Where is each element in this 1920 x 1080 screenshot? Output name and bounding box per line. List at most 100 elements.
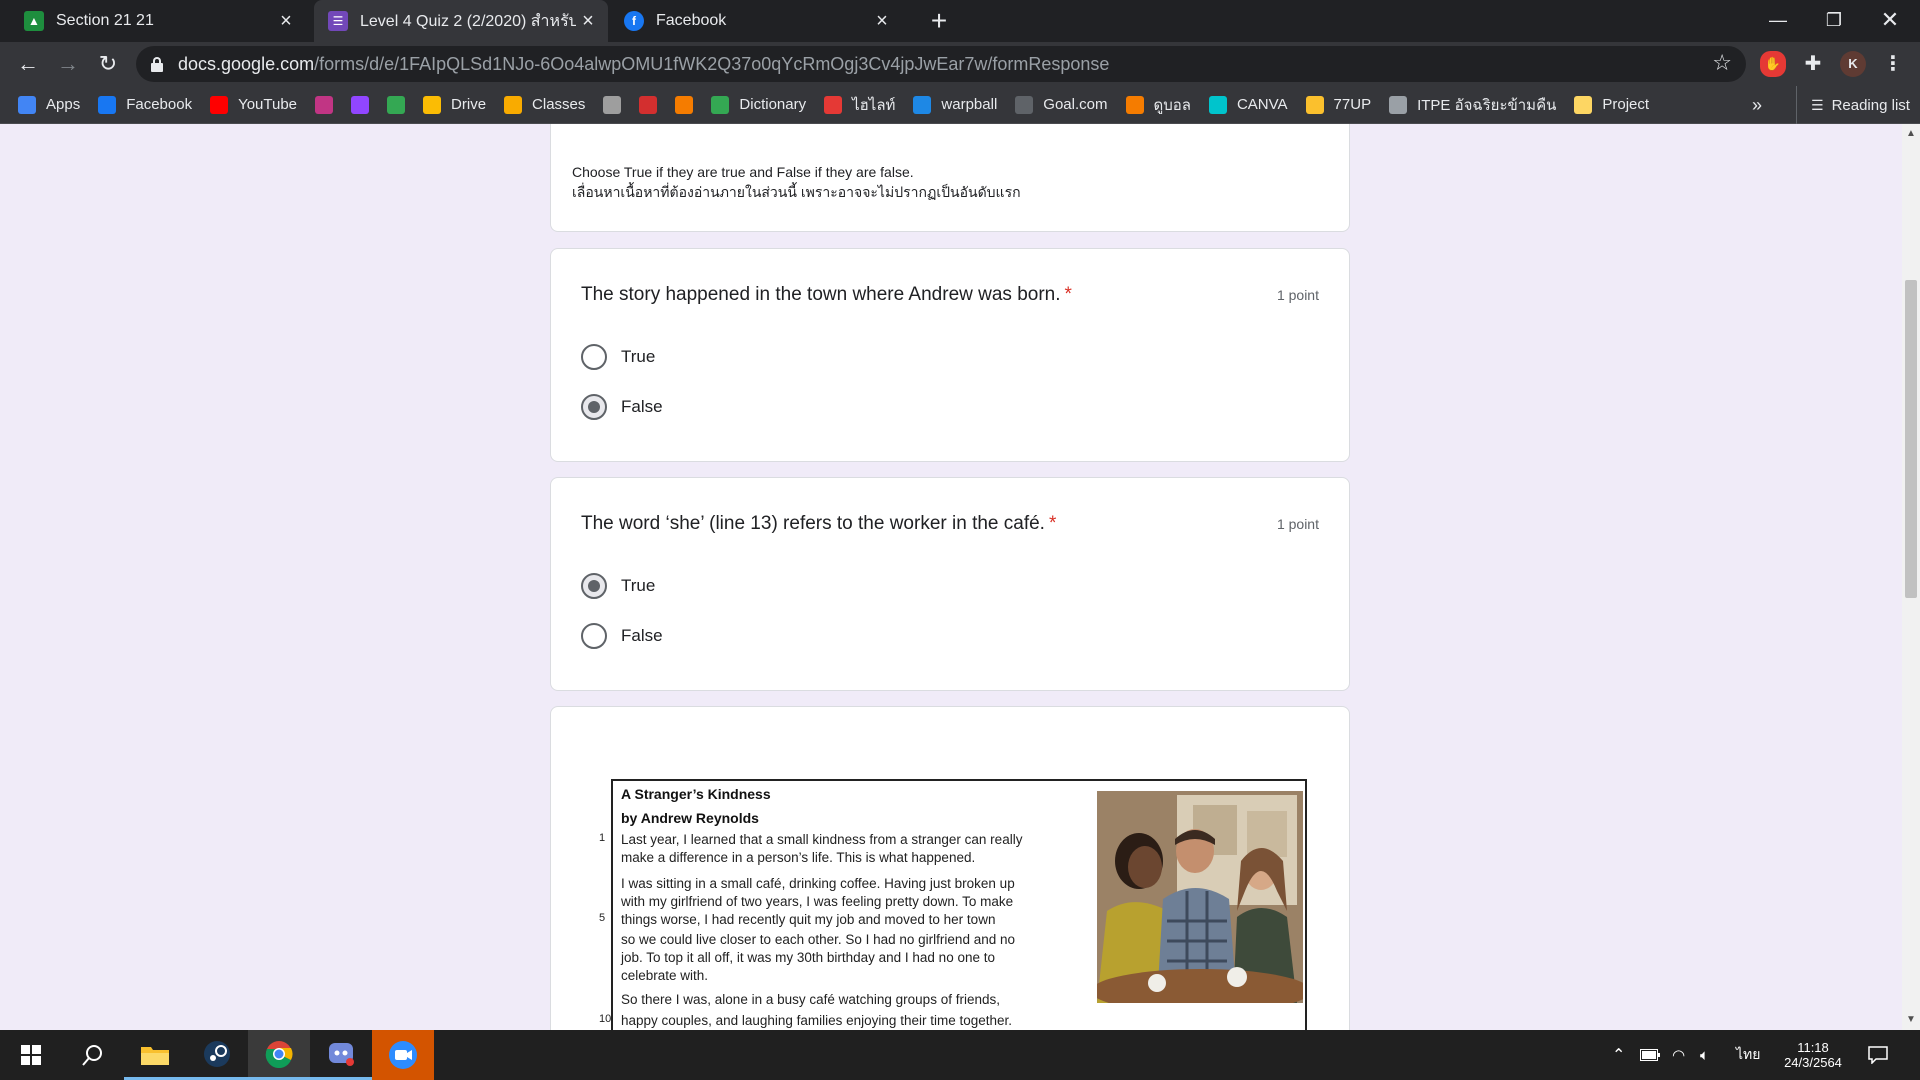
reading-line-text: I was sitting in a small café, drinking …	[621, 876, 1015, 891]
dict-icon	[711, 95, 730, 114]
clock[interactable]: 11:18 24/3/2564	[1778, 1030, 1848, 1080]
bookmark-item[interactable]: Apps	[18, 95, 80, 114]
bookmark-item[interactable]: Classes	[504, 95, 586, 114]
extensions-puzzle-icon[interactable]: ✚	[1800, 51, 1826, 77]
close-tab-icon[interactable]: ×	[870, 10, 894, 33]
bookmark-item[interactable]	[603, 95, 622, 114]
scroll-down-arrow-icon[interactable]: ▼	[1902, 1014, 1920, 1025]
bookmark-item[interactable]	[387, 95, 406, 114]
bookmark-label: Classes	[532, 96, 586, 113]
show-hidden-icons-button[interactable]: ⌃	[1612, 1030, 1625, 1080]
option-true[interactable]: True	[581, 573, 1319, 599]
bookmark-label: Project	[1602, 96, 1650, 113]
bookmark-item[interactable]	[315, 95, 334, 114]
question-title: The story happened in the town where And…	[581, 284, 1072, 305]
bookmark-item[interactable]: Project	[1574, 95, 1650, 114]
wifi-icon[interactable]: ◠	[1672, 1030, 1685, 1080]
bookmarks-overflow-button[interactable]: »	[1752, 86, 1762, 124]
bookmark-item[interactable]: ไฮไลท์	[824, 93, 895, 117]
bookmark-item[interactable]: ITPE อัจฉริยะข้ามคืน	[1389, 93, 1556, 117]
required-asterisk: *	[1064, 284, 1072, 305]
chrome-icon[interactable]	[248, 1030, 310, 1080]
bookmark-item[interactable]: Dictionary	[711, 95, 807, 114]
option-false[interactable]: False	[581, 394, 1319, 420]
option-false[interactable]: False	[581, 623, 1319, 649]
reading-list-button[interactable]: ☰ Reading list	[1796, 86, 1910, 124]
adblock-extension-icon[interactable]: ✋	[1760, 51, 1786, 77]
instruction-text-th: เลื่อนหาเนื้อหาที่ต้องอ่านภายในส่วนนี้ เ…	[572, 184, 1021, 200]
bookmark-item[interactable]: CANVA	[1208, 95, 1288, 114]
tab-label: Level 4 Quiz 2 (2/2020) สำหรับ Sec	[360, 12, 576, 30]
bookmark-item[interactable]: YouTube	[210, 95, 297, 114]
steam-icon[interactable]	[186, 1030, 248, 1080]
reading-image-card: A Stranger’s Kindness by Andrew Reynolds	[550, 706, 1350, 1030]
reading-line-text: so we could live closer to each other. S…	[621, 932, 1015, 947]
notifications-icon[interactable]	[1868, 1030, 1888, 1080]
volume-icon[interactable]: 🔈︎	[1700, 1030, 1709, 1080]
battery-icon[interactable]	[1640, 1030, 1660, 1080]
bookmark-item[interactable]	[639, 95, 658, 114]
restore-button[interactable]: ❐	[1806, 0, 1862, 40]
address-bar[interactable]: docs.google.com/forms/d/e/1FAIpQLSd1NJo-…	[136, 46, 1746, 82]
tab-section[interactable]: ▲ Section 21 21 ×	[8, 0, 308, 42]
tab-label: Facebook	[656, 12, 727, 29]
apps-grid-icon	[18, 95, 36, 114]
instruction-text-en: Choose True if they are true and False i…	[572, 164, 914, 180]
vertical-scrollbar[interactable]: ▲ ▼	[1902, 124, 1920, 1030]
new-tab-button[interactable]: +	[922, 4, 956, 38]
back-button[interactable]: ←	[12, 48, 44, 80]
profile-avatar[interactable]: K	[1840, 51, 1866, 77]
points-label: 1 point	[1276, 287, 1319, 303]
valorant-icon	[639, 95, 658, 114]
scroll-up-arrow-icon[interactable]: ▲	[1902, 128, 1920, 139]
reading-line-text: Last year, I learned that a small kindne…	[621, 832, 1023, 847]
close-tab-icon[interactable]: ×	[274, 10, 298, 33]
radio-button[interactable]	[581, 344, 607, 370]
bookmark-star-icon[interactable]: ☆	[1712, 50, 1732, 76]
zoom-icon[interactable]	[372, 1030, 434, 1080]
section-instructions-card: Choose True if they are true and False i…	[550, 124, 1350, 232]
radio-button-selected[interactable]	[581, 573, 607, 599]
discord-icon[interactable]	[310, 1030, 372, 1080]
bookmark-label: warpball	[941, 96, 998, 113]
radio-button[interactable]	[581, 623, 607, 649]
bookmark-item[interactable]	[675, 95, 694, 114]
bookmark-item[interactable]	[351, 95, 370, 114]
bookmark-item[interactable]: Goal.com	[1015, 95, 1108, 114]
windows-start-icon[interactable]	[0, 1030, 62, 1080]
close-tab-icon[interactable]: ×	[576, 10, 600, 33]
bookmark-item[interactable]: 77UP	[1305, 95, 1371, 114]
bookmark-item[interactable]: warpball	[913, 95, 998, 114]
tab-strip: ▲ Section 21 21 × ☰ Level 4 Quiz 2 (2/20…	[0, 0, 1920, 42]
minimize-button[interactable]: —	[1750, 0, 1806, 40]
language-indicator[interactable]: ไทย	[1736, 1030, 1760, 1080]
reading-line-text: make a difference in a person’s life. Th…	[621, 850, 976, 865]
bookmark-item[interactable]: ดูบอล	[1125, 93, 1191, 117]
77up-icon	[1305, 95, 1324, 114]
bookmark-item[interactable]: Drive	[423, 95, 486, 114]
reading-line-text: things worse, I had recently quit my job…	[621, 912, 996, 927]
reading-line-text: celebrate with.	[621, 968, 709, 983]
required-asterisk: *	[1048, 513, 1057, 534]
ball-icon	[1125, 95, 1144, 114]
reading-line-text: happy couples, and laughing families enj…	[621, 1013, 1012, 1028]
tab-facebook[interactable]: f Facebook ×	[612, 0, 902, 42]
reading-line: 10 happy couples, and laughing families e…	[599, 1013, 1012, 1028]
option-true[interactable]: True	[581, 344, 1319, 370]
bookmark-item[interactable]: Facebook	[98, 95, 192, 114]
reload-button[interactable]: ↻	[92, 48, 124, 80]
cafe-photo	[1097, 791, 1303, 1003]
radio-button-selected[interactable]	[581, 394, 607, 420]
menu-kebab-icon[interactable]: ⋮	[1880, 51, 1906, 77]
reading-line: So there I was, alone in a busy café wat…	[621, 992, 1000, 1007]
search-icon[interactable]	[62, 1030, 124, 1080]
tab-quiz[interactable]: ☰ Level 4 Quiz 2 (2/2020) สำหรับ Sec ×	[314, 0, 608, 42]
forward-button[interactable]: →	[52, 48, 84, 80]
question-card-2: The word ‘she’ (line 13) refers to the w…	[550, 477, 1350, 691]
classroom-icon	[504, 95, 523, 114]
bookmark-label: Dictionary	[739, 96, 807, 113]
file-explorer-icon[interactable]	[124, 1030, 186, 1080]
close-window-button[interactable]: ✕	[1862, 0, 1918, 40]
reading-line-text: So there I was, alone in a busy café wat…	[621, 992, 1000, 1007]
scrollbar-thumb[interactable]	[1905, 280, 1917, 598]
